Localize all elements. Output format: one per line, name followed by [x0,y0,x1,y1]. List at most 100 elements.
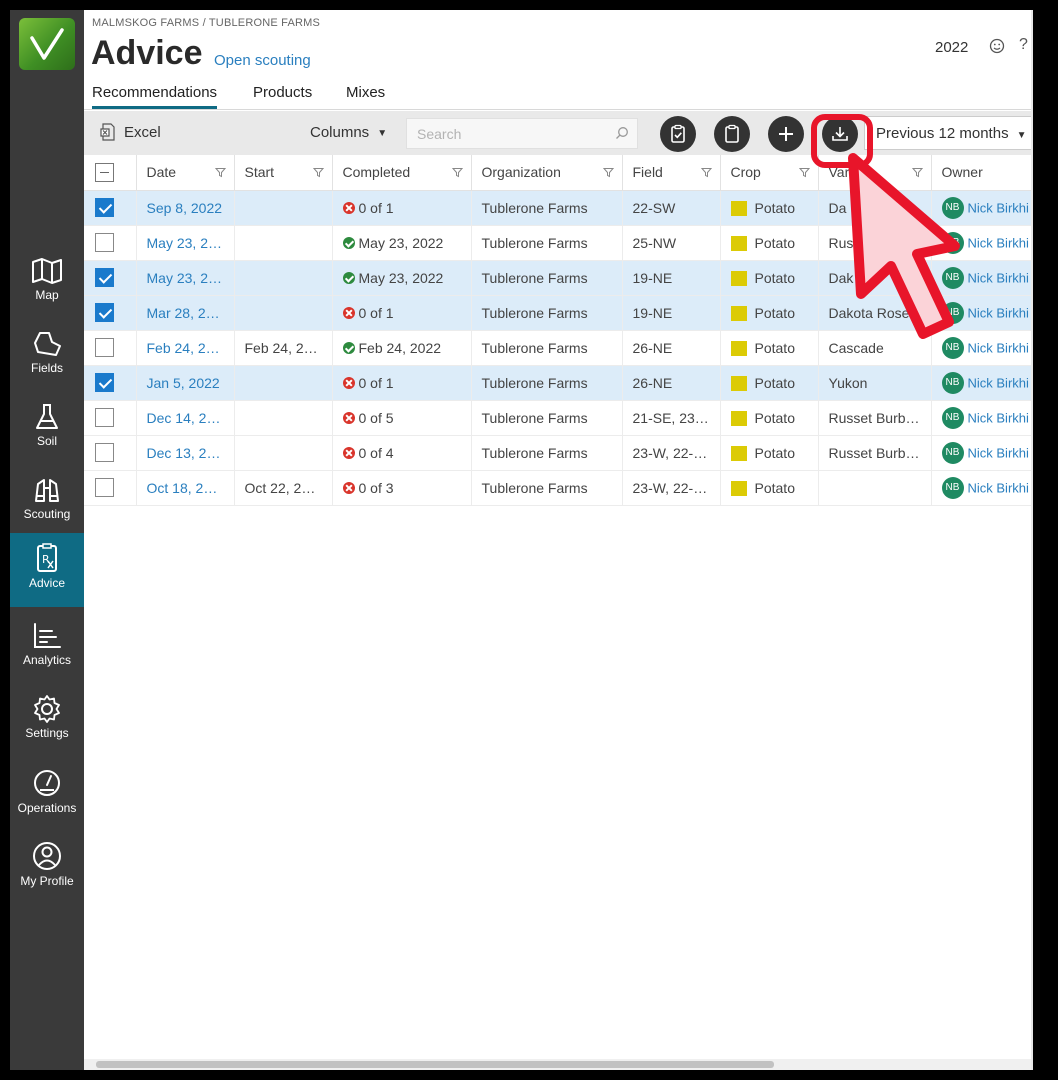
sidebar-item-fields[interactable]: Fields [10,320,84,393]
open-scouting-link[interactable]: Open scouting [214,52,311,69]
excel-export-button[interactable]: Excel [100,123,161,141]
feedback-smiley-icon[interactable] [989,38,1005,54]
sidebar-item-my-profile[interactable]: My Profile [10,831,84,904]
tab-products[interactable]: Products [253,84,312,106]
vertical-scrollbar[interactable] [1031,10,1033,1070]
row-select-cell[interactable] [84,190,137,226]
row-select-cell[interactable] [84,260,137,296]
date-cell[interactable]: May 23, 2022 [136,260,235,296]
owner-link[interactable]: Nick Birkhi [968,410,1029,425]
tab-recommendations[interactable]: Recommendations [92,84,218,109]
column-header-completed[interactable]: Completed [332,155,472,191]
complete-recommendation-button[interactable] [660,116,696,152]
owner-cell[interactable]: NB Nick Birkhi [931,470,1033,506]
search-icon[interactable] [615,126,629,140]
row-select-cell[interactable] [84,435,137,471]
owner-link[interactable]: Nick Birkhi [968,445,1029,460]
sidebar-item-scouting[interactable]: Scouting [10,466,84,539]
completed-cell: May 23, 2022 [332,260,472,296]
organization-cell: Tublerone Farms [471,435,623,471]
date-cell[interactable]: Feb 24, 2022 [136,330,235,366]
app-logo[interactable] [19,18,75,70]
row-select-cell[interactable] [84,365,137,401]
organization-cell: Tublerone Farms [471,365,623,401]
row-checkbox[interactable] [95,478,114,497]
date-cell[interactable]: Oct 18, 2021 [136,470,235,506]
sidebar-item-soil[interactable]: Soil [10,393,84,466]
filter-icon[interactable] [602,167,614,178]
date-cell[interactable]: Mar 28, 2022 [136,295,235,331]
owner-link[interactable]: Nick Birkhi [968,480,1029,495]
table-row[interactable]: Dec 13, 2021 0 of 4 Tublerone Farms 23-W, 2… [84,435,1033,471]
filter-icon[interactable] [214,167,226,178]
row-checkbox[interactable] [95,408,114,427]
table-row[interactable]: Oct 18, 2021 Oct 22, 2021 0 of 3 Tublerone … [84,470,1033,506]
row-checkbox[interactable] [95,268,114,287]
crop-cell: Potato [720,190,819,226]
column-header-date[interactable]: Date [136,155,235,191]
owner-cell[interactable]: NB Nick Birkhi [931,365,1033,401]
page-title: Advice [91,34,203,72]
table-row[interactable]: Dec 14, 2021 0 of 5 Tublerone Farms 21-SE, … [84,400,1033,436]
avatar: NB [941,441,964,464]
filter-icon[interactable] [312,167,324,178]
column-header-start[interactable]: Start [234,155,333,191]
table-row[interactable]: Jan 5, 2022 0 of 1 Tublerone Farms 26-NE Pot… [84,365,1033,401]
row-select-cell[interactable] [84,225,137,261]
filter-icon[interactable] [451,167,463,178]
filter-icon[interactable] [798,167,810,178]
date-cell[interactable]: Jan 5, 2022 [136,365,235,401]
row-select-cell[interactable] [84,470,137,506]
filter-icon[interactable] [700,167,712,178]
date-cell[interactable]: Dec 14, 2021 [136,400,235,436]
date-cell[interactable]: May 23, 2022 [136,225,235,261]
sidebar-item-map[interactable]: Map [10,247,84,320]
columns-dropdown[interactable]: Columns ▼ [310,124,387,141]
column-header-field[interactable]: Field [622,155,721,191]
sidebar-item-label: Settings [25,726,69,740]
breadcrumb[interactable]: MALMSKOG FARMS / TUBLERONE FARMS [92,17,320,29]
error-circle-icon [342,481,355,494]
date-cell[interactable]: Dec 13, 2021 [136,435,235,471]
row-checkbox[interactable] [95,373,114,392]
tab-mixes[interactable]: Mixes [346,84,385,106]
owner-cell[interactable]: NB Nick Birkhi [931,400,1033,436]
add-recommendation-button[interactable] [768,116,804,152]
select-all-cell[interactable] [84,155,137,191]
help-icon[interactable]: ? [1019,36,1028,54]
year-selector[interactable]: 2022 [935,39,968,56]
search-input[interactable] [407,119,603,148]
clipboard-button[interactable] [714,116,750,152]
sidebar-item-label: Fields [30,361,63,375]
row-checkbox[interactable] [95,443,114,462]
owner-link[interactable]: Nick Birkhi [968,375,1029,390]
row-checkbox[interactable] [95,198,114,217]
select-all-checkbox[interactable] [95,162,114,182]
row-select-cell[interactable] [84,330,137,366]
caret-down-icon: ▼ [1016,130,1027,141]
row-checkbox[interactable] [95,303,114,322]
date-range-select[interactable]: Previous 12 months ▼ [864,116,1033,150]
organization-cell: Tublerone Farms [471,330,623,366]
variety-cell: Yukon [818,365,932,401]
tabs-divider [84,109,1033,110]
sidebar-item-advice[interactable]: R Advice [10,533,84,607]
owner-cell[interactable]: NB Nick Birkhi [931,435,1033,471]
row-checkbox[interactable] [95,233,114,252]
crop-color-swatch [730,340,747,356]
sidebar-item-settings[interactable]: Settings [10,685,84,758]
scrollbar-thumb[interactable] [96,1061,774,1068]
row-checkbox[interactable] [95,338,114,357]
columns-label: Columns [310,124,370,141]
column-header-crop[interactable]: Crop [720,155,819,191]
date-cell[interactable]: Sep 8, 2022 [136,190,235,226]
sidebar-item-analytics[interactable]: Analytics [10,612,84,685]
sidebar-item-operations[interactable]: Operations [10,758,84,831]
row-select-cell[interactable] [84,295,137,331]
horizontal-scrollbar[interactable] [84,1059,1033,1070]
start-cell [234,400,333,436]
crop-color-swatch [730,200,747,216]
row-select-cell[interactable] [84,400,137,436]
completed-cell: 0 of 1 [332,190,472,226]
column-header-organization[interactable]: Organization [471,155,623,191]
